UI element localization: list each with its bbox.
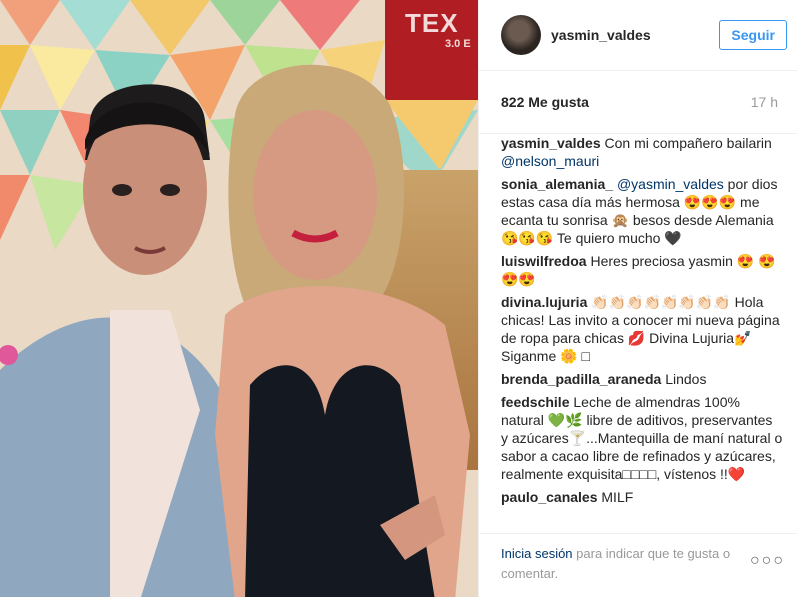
comment-user[interactable]: divina.lujuria — [501, 294, 587, 310]
comments-list[interactable]: yasmin_valdes Con mi compañero bailarin … — [501, 134, 783, 529]
avatar[interactable] — [501, 15, 541, 55]
login-link[interactable]: Inicia sesión — [501, 546, 573, 561]
comment: brenda_padilla_araneda Lindos — [501, 370, 783, 388]
post-stats: 822 Me gusta 17 h — [479, 71, 797, 134]
tv-screen-text: TEX — [405, 8, 459, 38]
comment-text: Con mi compañero bailarin — [604, 135, 772, 151]
comment-text: Lindos — [665, 371, 707, 387]
comment: paulo_canales MILF — [501, 488, 783, 506]
comment-user[interactable]: luiswilfredoa — [501, 253, 587, 269]
comment: yasmin_valdes Con mi compañero bailarin … — [501, 134, 783, 170]
comment-user[interactable]: paulo_canales — [501, 489, 598, 505]
post-header: yasmin_valdes Seguir — [479, 0, 797, 71]
comment-user[interactable]: brenda_padilla_araneda — [501, 371, 661, 387]
post-sidebar: yasmin_valdes Seguir 822 Me gusta 17 h y… — [478, 0, 797, 597]
likes-count[interactable]: 822 Me gusta — [501, 94, 589, 110]
login-prompt: Inicia sesión para indicar que te gusta … — [479, 533, 797, 597]
comment-user[interactable]: yasmin_valdes — [501, 135, 601, 151]
comment-user[interactable]: feedschile — [501, 394, 569, 410]
follow-button[interactable]: Seguir — [719, 20, 787, 50]
comment-text: MILF — [601, 489, 634, 505]
comment-mention[interactable]: @yasmin_valdes — [617, 176, 724, 192]
post-time[interactable]: 17 h — [751, 94, 778, 110]
comment-mention[interactable]: @nelson_mauri — [501, 153, 599, 169]
woman-figure — [215, 64, 470, 597]
more-options-icon[interactable]: ○○○ — [750, 551, 785, 571]
comment-user[interactable]: sonia_alemania_ — [501, 176, 613, 192]
post-username[interactable]: yasmin_valdes — [551, 27, 719, 43]
comment: sonia_alemania_ @yasmin_valdes por dios … — [501, 175, 783, 247]
comment: divina.lujuria 👏🏻👏🏻👏🏻👏🏻👏🏻👏🏻👏🏻👏🏻 Hola chi… — [501, 293, 783, 365]
post-view: TEX 3.0 E yasmin_valdes Seguir 822 Me gu… — [0, 0, 797, 597]
post-photo[interactable]: TEX 3.0 E — [0, 0, 478, 597]
tv-screen-subtext: 3.0 E — [445, 38, 471, 50]
comment: luiswilfredoa Heres preciosa yasmin 😍 😍😍… — [501, 252, 783, 288]
comment: feedschile Leche de almendras 100% natur… — [501, 393, 783, 483]
